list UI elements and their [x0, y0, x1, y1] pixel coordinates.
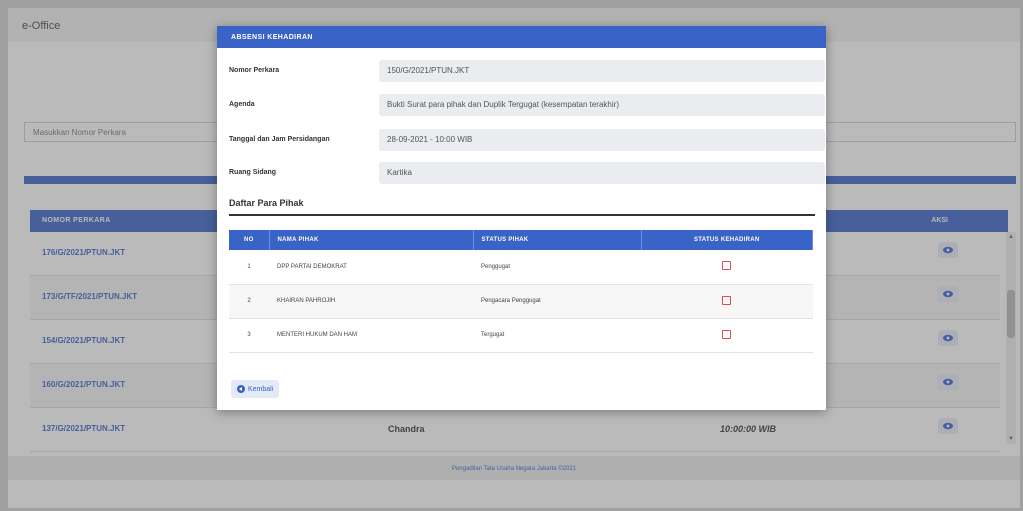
courtroom-field: Kartika — [379, 162, 825, 184]
table-row: 3 MENTERI HUKUM DAN HAM Tergugat — [229, 318, 813, 353]
parties-section-title: Daftar Para Pihak — [229, 198, 304, 208]
back-button-label: Kembali — [248, 385, 274, 393]
table-row: 2 KHAIRAN PAHROJIH Pengacara Penggugat — [229, 284, 813, 319]
attendance-status-column-header: STATUS KEHADIRAN — [641, 230, 813, 250]
agenda-field: Bukti Surat para pihak dan Duplik Tergug… — [379, 94, 825, 116]
hearing-date-field: 28-09-2021 - 10:00 WIB — [379, 129, 825, 151]
attendance-cell — [641, 318, 813, 353]
party-no: 3 — [229, 318, 269, 353]
courtroom-field-row: Ruang Sidang Kartika — [229, 162, 825, 184]
attendance-checkbox[interactable] — [722, 295, 732, 305]
parties-table: NO NAMA PIHAK STATUS PIHAK STATUS KEHADI… — [229, 230, 813, 353]
attendance-checkbox[interactable] — [722, 261, 732, 271]
attendance-checkbox[interactable] — [722, 329, 732, 339]
back-button[interactable]: Kembali — [231, 380, 280, 398]
case-number-field-row: Nomor Perkara 150/G/2021/PTUN.JKT — [229, 60, 825, 82]
field-label: Ruang Sidang — [229, 169, 277, 176]
field-label: Nomor Perkara — [229, 67, 280, 74]
hearing-date-field-row: Tanggal dan Jam Persidangan 28-09-2021 -… — [229, 129, 825, 151]
agenda-field-row: Agenda Bukti Surat para pihak dan Duplik… — [229, 94, 825, 116]
party-status: Tergugat — [473, 318, 641, 353]
party-no: 1 — [229, 250, 269, 285]
field-label: Tanggal dan Jam Persidangan — [229, 136, 330, 143]
section-divider — [229, 214, 815, 216]
party-no: 2 — [229, 284, 269, 319]
modal-title: ABSENSI KEHADIRAN — [217, 26, 826, 48]
field-label: Agenda — [229, 101, 255, 108]
party-name: DPP PARTAI DEMOKRAT — [269, 250, 473, 285]
back-arrow-icon — [237, 385, 245, 393]
party-status: Penggugat — [473, 250, 641, 285]
party-name-column-header: NAMA PIHAK — [269, 230, 474, 250]
no-column-header: NO — [229, 230, 270, 250]
case-number-field: 150/G/2021/PTUN.JKT — [379, 60, 825, 82]
party-status: Pengacara Penggugat — [473, 284, 641, 319]
attendance-modal: ABSENSI KEHADIRAN Nomor Perkara 150/G/20… — [217, 26, 826, 410]
party-status-column-header: STATUS PIHAK — [473, 230, 642, 250]
attendance-cell — [641, 250, 813, 285]
party-name: KHAIRAN PAHROJIH — [269, 284, 473, 319]
parties-table-header-row: NO NAMA PIHAK STATUS PIHAK STATUS KEHADI… — [229, 230, 813, 250]
attendance-cell — [641, 284, 813, 319]
party-name: MENTERI HUKUM DAN HAM — [269, 318, 473, 353]
table-row: 1 DPP PARTAI DEMOKRAT Penggugat — [229, 250, 813, 285]
